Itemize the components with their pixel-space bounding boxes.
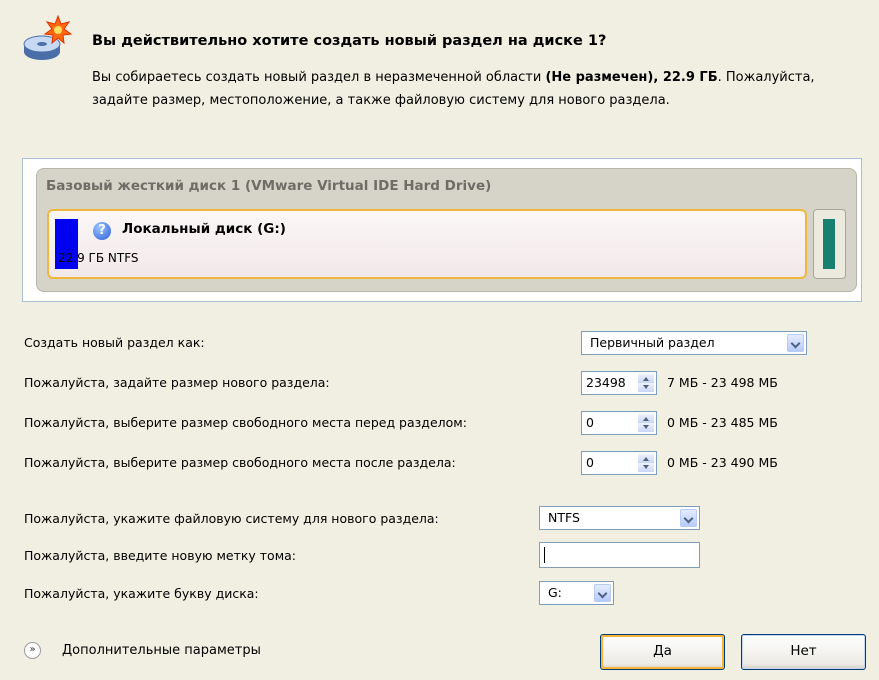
partition-info: 22.9 ГБ NTFS <box>58 251 139 265</box>
advanced-options-link[interactable]: Дополнительные параметры <box>62 643 261 658</box>
partition-block[interactable] <box>47 209 807 279</box>
dialog-title: Вы действительно хотите создать новый ра… <box>92 33 607 49</box>
yes-button[interactable]: Да <box>600 634 725 670</box>
spin-down-icon[interactable] <box>638 423 654 432</box>
free-space-color-swatch <box>823 219 835 269</box>
spin-down-icon[interactable] <box>638 463 654 472</box>
disk-map-title: Базовый жесткий диск 1 (VMware Virtual I… <box>46 178 492 194</box>
space-before-stepper[interactable]: 0 <box>581 411 657 435</box>
help-icon[interactable]: ? <box>93 222 111 240</box>
filesystem-label: Пожалуйста, укажите файловую систему для… <box>24 511 439 526</box>
drive-letter-value: G: <box>548 585 562 600</box>
volume-label-input[interactable] <box>539 542 700 568</box>
space-after-label: Пожалуйста, выберите размер свободного м… <box>24 455 456 470</box>
space-before-label: Пожалуйста, выберите размер свободного м… <box>24 415 467 430</box>
size-label: Пожалуйста, задайте размер нового раздел… <box>24 375 330 390</box>
space-after-value: 0 <box>586 455 594 470</box>
size-range: 7 МБ - 23 498 МБ <box>667 375 778 390</box>
spin-up-icon[interactable] <box>638 414 654 423</box>
create-as-label: Создать новый раздел как: <box>24 335 205 350</box>
drive-letter-select[interactable]: G: <box>539 581 614 605</box>
spin-up-icon[interactable] <box>638 374 654 383</box>
size-stepper[interactable]: 23498 <box>581 371 657 395</box>
chevron-down-icon[interactable] <box>680 509 697 527</box>
no-button[interactable]: Нет <box>741 634 866 670</box>
dialog-description: Вы собираетесь создать новый раздел в не… <box>92 70 815 108</box>
space-after-stepper[interactable]: 0 <box>581 451 657 475</box>
spin-buttons[interactable] <box>638 374 654 392</box>
spin-buttons[interactable] <box>638 414 654 432</box>
chevron-down-icon[interactable] <box>594 584 611 602</box>
size-value: 23498 <box>586 375 626 390</box>
filesystem-select[interactable]: NTFS <box>539 506 700 530</box>
space-before-value: 0 <box>586 415 594 430</box>
spin-buttons[interactable] <box>638 454 654 472</box>
chevron-down-icon[interactable] <box>787 334 804 352</box>
drive-letter-label: Пожалуйста, укажите букву диска: <box>24 586 259 601</box>
space-after-range: 0 МБ - 23 490 МБ <box>667 455 778 470</box>
expand-icon[interactable]: » <box>24 642 41 659</box>
text-caret <box>544 547 545 563</box>
new-partition-icon <box>20 14 76 70</box>
space-before-range: 0 МБ - 23 485 МБ <box>667 415 778 430</box>
spin-up-icon[interactable] <box>638 454 654 463</box>
partition-type-select[interactable]: Первичный раздел <box>581 331 807 355</box>
volume-label-label: Пожалуйста, введите новую метку тома: <box>24 548 297 563</box>
spin-down-icon[interactable] <box>638 383 654 392</box>
partition-name: Локальный диск (G:) <box>122 221 286 237</box>
filesystem-value: NTFS <box>548 510 580 525</box>
partition-type-value: Первичный раздел <box>590 335 715 350</box>
